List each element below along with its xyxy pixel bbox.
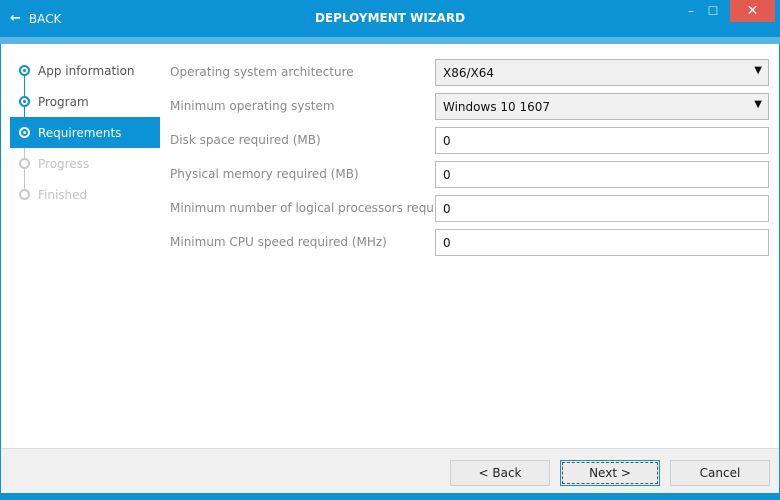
memory-row: Physical memory required (MB) 0 <box>170 161 770 188</box>
cancel-button[interactable]: Cancel <box>670 460 770 486</box>
os-arch-label: Operating system architecture <box>170 65 354 79</box>
min-os-label: Minimum operating system <box>170 99 335 113</box>
cpu-speed-input[interactable]: 0 <box>435 229 769 256</box>
close-button[interactable]: ✕ <box>730 0 775 22</box>
step-done-icon <box>19 65 30 76</box>
step-active-icon <box>19 127 30 138</box>
step-label: Program <box>38 94 89 109</box>
minimize-button[interactable]: – <box>680 0 702 22</box>
header-stripe <box>0 37 780 44</box>
disk-input[interactable]: 0 <box>435 127 769 154</box>
memory-label: Physical memory required (MB) <box>170 167 359 181</box>
back-button[interactable]: < Back <box>450 460 550 486</box>
chevron-down-icon: ▼ <box>754 65 762 76</box>
frame-left <box>0 44 1 493</box>
step-program[interactable]: Program <box>10 86 160 117</box>
window-title: DEPLOYMENT WIZARD <box>314 11 466 25</box>
step-requirements[interactable]: Requirements <box>10 117 160 148</box>
min-os-select[interactable]: Windows 10 1607 ▼ <box>435 93 769 120</box>
title-bar: ← BACK DEPLOYMENT WIZARD – ☐ ✕ <box>0 0 780 37</box>
min-os-row: Minimum operating system Windows 10 1607… <box>170 93 770 120</box>
disk-row: Disk space required (MB) 0 <box>170 127 770 154</box>
chevron-down-icon: ▼ <box>754 99 762 110</box>
step-progress: Progress <box>10 148 160 179</box>
processors-row: Minimum number of logical processors req… <box>170 195 770 222</box>
step-pending-icon <box>19 158 30 169</box>
step-label: Requirements <box>38 125 122 140</box>
min-os-value: Windows 10 1607 <box>443 100 551 114</box>
step-app-information[interactable]: App information <box>10 55 160 86</box>
cpu-speed-label: Minimum CPU speed required (MHz) <box>170 235 387 249</box>
next-button[interactable]: Next > <box>560 460 660 486</box>
cpu-speed-row: Minimum CPU speed required (MHz) 0 <box>170 229 770 256</box>
os-arch-select[interactable]: X86/X64 ▼ <box>435 59 769 86</box>
footer: < Back Next > Cancel <box>1 448 779 493</box>
memory-input[interactable]: 0 <box>435 161 769 188</box>
step-label: Finished <box>38 187 88 202</box>
step-finished: Finished <box>10 179 160 210</box>
step-label: App information <box>38 63 135 78</box>
maximize-button[interactable]: ☐ <box>702 0 724 22</box>
bottom-bar <box>0 493 780 500</box>
os-arch-value: X86/X64 <box>443 66 495 80</box>
processors-input[interactable]: 0 <box>435 195 769 222</box>
processors-label: Minimum number of logical processors req… <box>170 201 457 215</box>
os-arch-row: Operating system architecture X86/X64 ▼ <box>170 59 770 86</box>
step-label: Progress <box>38 156 90 171</box>
step-nav: App information Program Requirements Pro… <box>10 55 160 210</box>
disk-label: Disk space required (MB) <box>170 133 321 147</box>
step-done-icon <box>19 96 30 107</box>
step-pending-icon <box>19 189 30 200</box>
